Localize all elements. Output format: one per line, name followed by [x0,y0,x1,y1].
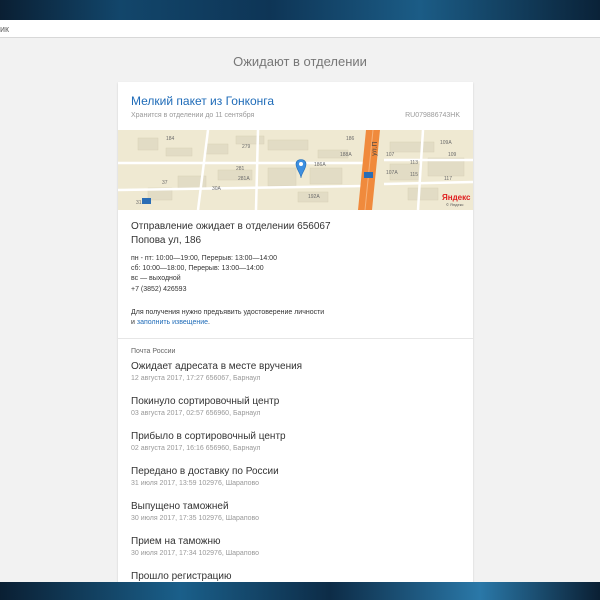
office-address: Попова ул, 186 [131,235,202,246]
event-title: Покинуло сортировочный центр [131,396,280,407]
event-title: Прибыло в сортировочный центр [131,431,286,442]
page-title: Ожидают в отделении [233,54,367,69]
desktop-background-top [0,0,600,20]
map-label: 107 [386,152,395,158]
tracking-event: Выпущено таможней 30 июля 2017, 17:35 10… [131,500,461,535]
map-label: 107A [386,170,398,176]
tracking-event: Покинуло сортировочный центр 03 августа … [131,395,461,430]
hours-sunday: вс — выходной [131,275,181,282]
map-label: 186A [314,162,326,168]
event-meta: 12 августа 2017, 17:27 656067, Барнаул [131,375,261,382]
event-meta: 30 июля 2017, 17:35 102976, Шарапово [131,515,260,522]
bus-stop-icon [364,172,373,178]
event-meta: 02 августа 2017, 16:16 656960, Барнаул [131,445,261,452]
tracking-history: Ожидает адресата в месте вручения 12 авг… [131,360,461,582]
map-label: 192A [308,194,320,200]
tracking-event: Прибыло в сортировочный центр 02 августа… [131,430,461,465]
carrier-name: Почта России [131,348,176,355]
tracking-event: Прием на таможню 30 июля 2017, 17:34 102… [131,535,461,570]
bus-stop-icon [142,198,151,204]
office-status: Отправление ожидает в отделении 656067 [131,221,331,232]
pickup-note-period: . [208,319,210,326]
tracking-event: Прошло регистрацию [131,570,461,582]
page-viewport: Ожидают в отделении Мелкий пакет из Гонк… [0,38,600,582]
event-meta: 30 июля 2017, 17:34 102976, Шарапово [131,550,260,557]
office-info: Отправление ожидает в отделении 656067 П… [131,220,331,248]
tracking-number: RU079886743HK [405,112,460,119]
package-title[interactable]: Мелкий пакет из Гонконга [131,94,274,108]
event-title: Прием на таможню [131,536,221,547]
map-label: 117 [444,176,452,182]
address-bar-text: ик [0,24,9,34]
address-bar[interactable]: ик [0,20,600,38]
storage-deadline: Хранится в отделении до 11 сентября [131,112,255,119]
desktop-background-bottom [0,582,600,600]
package-card: Мелкий пакет из Гонконга Хранится в отде… [118,82,473,582]
pickup-note-text: Для получения нужно предъявить удостовер… [131,309,325,316]
map-copyright: © Яндекс [446,202,464,207]
event-meta: 31 июля 2017, 13:59 102976, Шарапово [131,480,260,487]
office-hours: пн - пт: 10:00—19:00, Перерыв: 13:00—14:… [131,254,277,284]
location-map[interactable]: 186 186A 188A 184 107 107A 109 109A 113 … [118,130,473,210]
event-title: Ожидает адресата в месте вручения [131,361,303,372]
map-label: 31 [136,200,142,206]
map-label: 184 [166,136,175,142]
office-phone[interactable]: +7 (3852) 426593 [131,286,186,293]
event-title: Прошло регистрацию [131,571,232,582]
map-label: 115 [410,172,418,178]
map-label: 279 [242,144,251,150]
event-title: Передано в доставку по России [131,466,279,477]
event-meta: 03 августа 2017, 02:57 656960, Барнаул [131,410,261,417]
tracking-event: Передано в доставку по России 31 июля 20… [131,465,461,500]
map-label: 186 [346,136,355,142]
map-label: 188A [340,152,352,158]
map-label: 30A [212,186,222,192]
pickup-note: Для получения нужно предъявить удостовер… [131,308,324,328]
section-divider [118,338,473,339]
map-label: 109A [440,140,452,146]
map-label: 113 [410,160,418,166]
fill-notice-link[interactable]: заполнить извещение [137,319,208,326]
map-label: 109 [448,152,457,158]
hours-weekdays: пн - пт: 10:00—19:00, Перерыв: 13:00—14:… [131,255,277,262]
yandex-logo: Яндекс [442,193,471,202]
map-label: 37 [162,180,168,186]
hours-saturday: сб: 10:00—18:00, Перерыв: 13:00—14:00 [131,265,264,272]
street-label: ул.П [371,141,379,156]
tracking-event: Ожидает адресата в месте вручения 12 авг… [131,360,461,395]
map-label: 281A [238,176,250,182]
map-label: 281 [236,166,245,172]
event-title: Выпущено таможней [131,501,229,512]
